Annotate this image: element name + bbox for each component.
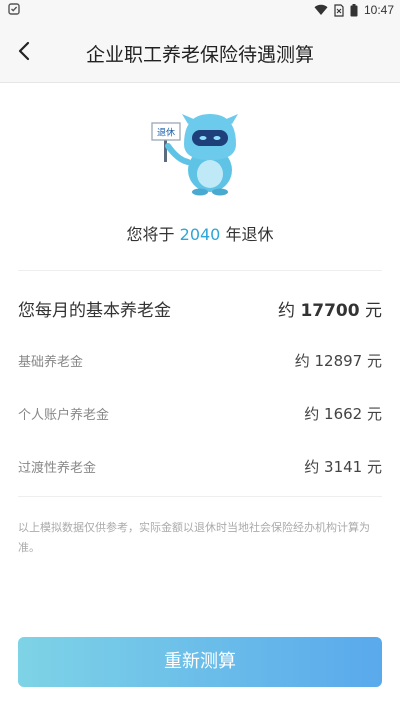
pension-main-unit: 元 [365, 301, 382, 321]
pension-item-label: 个人账户养老金 [18, 408, 110, 423]
pension-item-row: 过渡性养老金 约 3141 元 [18, 456, 382, 477]
pension-item-label: 过渡性养老金 [18, 461, 97, 476]
recalculate-button[interactable]: 重新测算 [18, 637, 382, 687]
status-bar: 10:47 [0, 0, 400, 20]
pension-main-label: 您每月的基本养老金 [18, 301, 171, 321]
title-bar: 企业职工养老保险待遇测算 [0, 20, 400, 83]
pension-item-value: 约 1662 元 [304, 405, 382, 423]
retire-year-text: 您将于 2040 年退休 [0, 221, 400, 245]
retire-year: 2040 [179, 225, 221, 244]
sim-icon [334, 3, 344, 17]
status-time: 10:47 [363, 3, 394, 17]
divider [18, 270, 382, 271]
wifi-icon [314, 4, 328, 16]
page-title: 企业职工养老保险待遇测算 [85, 44, 314, 66]
pension-item-value: 约 3141 元 [304, 458, 382, 476]
pension-item-label: 基础养老金 [18, 355, 84, 370]
mascot-icon: 退休 [151, 114, 238, 196]
pension-main-amount: 17700 [300, 301, 360, 321]
disclaimer-text: 以上模拟数据仅供参考，实际金额以退休时当地社会保险经办机构计算为准。 [18, 521, 370, 554]
retire-suffix: 年退休 [225, 225, 274, 244]
app-notification-icon [8, 3, 20, 15]
pension-main-row: 您每月的基本养老金 约 17700 元 [18, 296, 382, 321]
pension-item-row: 个人账户养老金 约 1662 元 [18, 403, 382, 424]
pension-main-value: 约 17700 元 [278, 296, 382, 321]
divider [18, 496, 382, 497]
pension-item-row: 基础养老金 约 12897 元 [18, 350, 382, 371]
pension-main-prefix: 约 [278, 301, 296, 321]
mascot-sign-text: 退休 [157, 127, 175, 139]
pension-item-value: 约 12897 元 [294, 352, 382, 370]
battery-icon [350, 3, 358, 16]
retire-prefix: 您将于 [126, 225, 175, 244]
